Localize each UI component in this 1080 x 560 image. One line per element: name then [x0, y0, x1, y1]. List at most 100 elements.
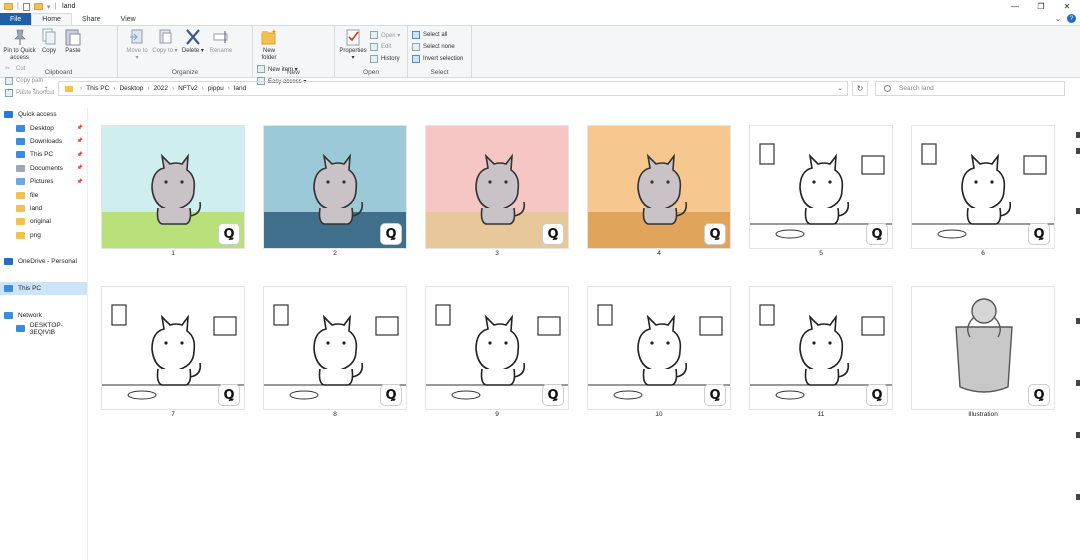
properties-button[interactable]: Properties ▾ [338, 28, 368, 62]
nav-item[interactable]: DESKTOP-3EQIVIB [0, 322, 87, 336]
copy-to-button[interactable]: Copy to ▾ [152, 28, 178, 55]
recent-locations-icon[interactable]: ⌄ [28, 85, 40, 92]
nav-item-label: png [30, 231, 41, 239]
nav-item[interactable]: Downloads 📌 [0, 135, 87, 148]
maximize-button[interactable]: ❐ [1028, 0, 1054, 13]
customize-toolbar-icon[interactable]: ▾ [47, 3, 51, 11]
nav-item[interactable]: Network [0, 309, 87, 322]
badge-glyph: Ꝗ [223, 226, 235, 242]
badge-glyph: Ꝗ [223, 387, 235, 403]
copy-icon [41, 28, 57, 46]
nav-item[interactable]: This PC 📌 [0, 148, 87, 161]
minimize-button[interactable]: — [1002, 0, 1028, 13]
badge-glyph: Ꝗ [385, 387, 397, 403]
search-input[interactable]: Search land [875, 81, 1065, 96]
properties-icon[interactable] [22, 2, 30, 11]
nav-item[interactable]: Desktop 📌 [0, 121, 87, 134]
invert-selection-button[interactable]: Invert selection [412, 53, 463, 65]
breadcrumb-pippu[interactable]: pippu [208, 85, 224, 92]
refresh-button[interactable]: ↻ [852, 81, 868, 96]
new-folder-button[interactable]: ✦ New folder [257, 28, 281, 62]
history-button[interactable]: History [369, 53, 400, 65]
file-tile[interactable]: Ꝗ3 [425, 108, 569, 258]
paste-icon [65, 28, 81, 46]
nav-item[interactable]: png [0, 229, 87, 242]
file-tile[interactable]: Ꝗ5 [749, 108, 893, 258]
breadcrumb-nftv2[interactable]: NFTv2 [178, 85, 198, 92]
expand-ribbon-icon[interactable]: ⌄ [1055, 15, 1061, 23]
pictures-icon [16, 178, 25, 186]
pin-quick-access-button[interactable]: Pin to Quick access [3, 28, 36, 62]
nav-item[interactable]: OneDrive - Personal [0, 255, 87, 268]
clip-studio-icon: Ꝗ [1028, 223, 1050, 245]
nav-item-label: Desktop [30, 124, 54, 132]
star-icon [4, 111, 13, 119]
image-thumbnail: Ꝗ [425, 286, 569, 410]
nav-item[interactable]: original [0, 215, 87, 228]
file-tile[interactable]: Ꝗ4 [587, 108, 731, 258]
copy-button[interactable]: Copy [38, 28, 60, 55]
tab-file[interactable]: File [0, 13, 32, 25]
clip-studio-icon: Ꝗ [380, 384, 402, 406]
clip-studio-icon: Ꝗ [542, 384, 564, 406]
back-arrow-icon[interactable]: ← [4, 84, 16, 93]
tab-share[interactable]: Share [72, 13, 111, 25]
onedrive-icon [4, 258, 13, 266]
breadcrumb-land[interactable]: land [234, 85, 246, 92]
move-to-button[interactable]: Move to ▾ [124, 28, 150, 62]
organize-label: Organize [171, 69, 199, 76]
open-button[interactable]: Open ▾ [369, 29, 400, 41]
rename-button[interactable]: Rename [208, 28, 234, 55]
breadcrumb-desktop[interactable]: Desktop [119, 85, 143, 92]
edit-button[interactable]: Edit [369, 41, 400, 53]
file-tile[interactable]: Ꝗ 10 [587, 269, 731, 419]
tab-view[interactable]: View [111, 13, 146, 25]
clip-studio-icon: Ꝗ [704, 223, 726, 245]
address-bar[interactable]: › This PC › Desktop › 2022 › NFTv2 › pippu › … [58, 81, 848, 96]
close-button[interactable]: ✕ [1054, 0, 1080, 13]
forward-arrow-icon[interactable]: → [16, 84, 28, 93]
nav-item[interactable]: Quick access [0, 108, 87, 121]
file-tile[interactable]: Ꝗ6 [911, 108, 1055, 258]
search-icon [884, 85, 891, 92]
nav-item[interactable]: This PC [0, 282, 87, 296]
nav-item[interactable]: land [0, 202, 87, 215]
nav-item[interactable]: file [0, 188, 87, 201]
downloads-icon [16, 137, 25, 145]
address-dropdown-icon[interactable]: ⌄ [837, 84, 843, 92]
file-tile[interactable]: Ꝗ2 [263, 108, 407, 258]
paste-button[interactable]: Paste [62, 28, 84, 55]
badge-glyph: Ꝗ [1033, 387, 1045, 403]
delete-button[interactable]: Delete ▾ [180, 28, 206, 55]
file-tile[interactable]: Ꝗ8 [263, 269, 407, 419]
new-folder-icon[interactable] [33, 3, 43, 10]
file-tile[interactable]: Ꝗ1 [101, 108, 245, 258]
select-all-button[interactable]: Select all [412, 29, 463, 41]
image-thumbnail: Ꝗ [263, 286, 407, 410]
ribbon: Pin to Quick access Copy Paste ✂ Cut Copy… [0, 25, 1080, 97]
file-name: 11 [817, 411, 825, 418]
documents-icon [16, 164, 25, 172]
pin-icon: 📌 [76, 178, 83, 185]
nav-item-label: Documents [30, 164, 63, 172]
file-name: 10 [655, 411, 663, 418]
help-icon[interactable]: ? [1067, 14, 1076, 23]
file-name: Illustration [968, 411, 998, 418]
file-tile[interactable]: Ꝗ Illustration [911, 269, 1055, 419]
breadcrumb-this-pc[interactable]: This PC [86, 85, 109, 92]
up-arrow-icon[interactable]: ↑ [40, 84, 52, 93]
file-name: 9 [495, 411, 499, 418]
file-tile[interactable]: Ꝗ9 [425, 269, 569, 419]
file-tile[interactable]: Ꝗ7 [101, 269, 245, 419]
pin-icon: 📌 [76, 151, 83, 158]
select-none-button[interactable]: Select none [412, 41, 463, 53]
open-group: Properties ▾ Open ▾ Edit History Open [335, 26, 408, 77]
breadcrumb-2022[interactable]: 2022 [154, 85, 168, 92]
file-tile[interactable]: Ꝗ 11 [749, 269, 893, 419]
tab-home[interactable]: Home [31, 13, 72, 25]
nav-item[interactable]: Documents 📌 [0, 162, 87, 175]
nav-item[interactable]: Pictures 📌 [0, 175, 87, 188]
badge-glyph: Ꝗ [385, 226, 397, 242]
